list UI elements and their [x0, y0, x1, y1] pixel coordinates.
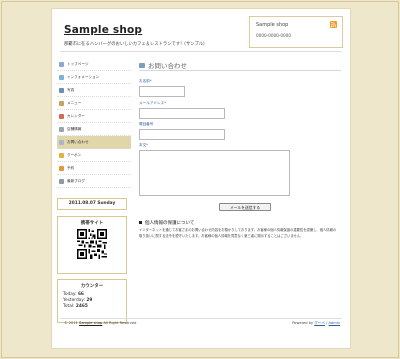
- body-label: 本文*: [139, 143, 148, 147]
- counter-yesterday: Yesterday: 29: [63, 298, 92, 303]
- mobile-site-widget: 携帯サイト: [57, 216, 127, 274]
- rss-icon[interactable]: [330, 21, 337, 28]
- privacy-heading-text: 個人情報の保護について: [145, 221, 195, 226]
- header-divider: [60, 51, 342, 52]
- qr-code-icon: [77, 229, 107, 259]
- nav-item-photo[interactable]: 写真: [57, 84, 131, 97]
- nav-item-label: クーポン: [67, 153, 82, 157]
- admin-link[interactable]: Admin: [329, 321, 340, 325]
- send-mail-button[interactable]: メールを送信する: [219, 203, 271, 211]
- email-label: メールアドレス*: [139, 101, 166, 105]
- footer-copyright: © 2011 Sample shop All Right Reserved: [64, 321, 136, 325]
- home-icon: [59, 62, 64, 67]
- nav-item-reserve[interactable]: 予約: [57, 162, 131, 175]
- store-icon: [59, 127, 64, 132]
- copyright-suffix: All Right Reserved: [103, 321, 137, 325]
- name-label: お名前*: [139, 79, 152, 83]
- reserve-icon: [59, 166, 64, 171]
- info-icon: [59, 75, 64, 80]
- privacy-text: インターネットを通じてお客さまのお問い合わせ内容をお預かりしております。お客様の…: [139, 228, 337, 238]
- footer-divider: [60, 318, 342, 319]
- copyright-prefix: © 2011: [64, 321, 78, 325]
- goope-link[interactable]: グーペ: [314, 321, 325, 325]
- nav-item-label: 店舗情報: [67, 127, 82, 131]
- sidebar-nav: トップページ インフォメーション 写真 メニュー カレンダー 店舗情報 お問い合…: [57, 58, 131, 188]
- nav-item-contact[interactable]: お問い合わせ: [57, 136, 131, 149]
- counter-total: Total: 2465: [63, 304, 88, 309]
- today-label: Today:: [63, 292, 77, 297]
- page-title: お問い合わせ: [148, 62, 187, 70]
- phone-field[interactable]: [139, 129, 225, 140]
- email-field[interactable]: [139, 108, 225, 119]
- nav-item-calendar[interactable]: カレンダー: [57, 110, 131, 123]
- yesterday-label: Yesterday:: [63, 298, 85, 303]
- current-date: 2011.08.07 Sunday: [68, 201, 116, 206]
- powered-prefix: Powered by: [292, 321, 314, 325]
- counter-heading: カウンター: [80, 284, 104, 289]
- menu-icon: [59, 101, 64, 106]
- page-container: Sample shop 那覇市に在るハンバーグのおいしいカフェ＆レストランです！…: [51, 8, 351, 349]
- mail-icon: [139, 63, 145, 68]
- total-value: 2465: [75, 304, 88, 309]
- nav-item-menu[interactable]: メニュー: [57, 97, 131, 110]
- total-label: Total:: [63, 304, 75, 309]
- nav-item-label: お問い合わせ: [67, 140, 89, 144]
- nav-item-blog[interactable]: 最新ブログ: [57, 175, 131, 188]
- mail-icon: [59, 140, 64, 145]
- nav-item-store[interactable]: 店舗情報: [57, 123, 131, 136]
- nav-item-label: インフォメーション: [67, 75, 100, 79]
- coupon-icon: [59, 153, 64, 158]
- shop-title-link[interactable]: Sample shop: [64, 24, 142, 36]
- nav-item-label: 最新ブログ: [67, 179, 85, 183]
- header-box-phone: 0000-0000-0000: [256, 33, 291, 38]
- blog-icon: [59, 179, 64, 184]
- header-box-title: Sample shop: [256, 22, 289, 28]
- counter-today: Today: 66: [63, 292, 84, 297]
- nav-item-label: カレンダー: [67, 114, 85, 118]
- nav-item-coupon[interactable]: クーポン: [57, 149, 131, 162]
- shop-tagline: 那覇市に在るハンバーグのおいしいカフェ＆レストランです！(サンプル): [64, 42, 205, 47]
- nav-item-label: メニュー: [67, 101, 82, 105]
- yesterday-value: 29: [86, 298, 93, 303]
- phone-label: 電話番号: [139, 122, 154, 126]
- calendar-icon: [59, 114, 64, 119]
- title-divider: [139, 70, 341, 71]
- footer-separator: /: [326, 321, 328, 325]
- nav-item-label: トップページ: [67, 62, 89, 66]
- privacy-heading: 個人情報の保護について: [139, 220, 194, 226]
- date-widget: 2011.08.07 Sunday: [57, 198, 127, 210]
- nav-item-label: 写真: [67, 88, 75, 92]
- nav-item-top[interactable]: トップページ: [57, 58, 131, 71]
- counter-widget: カウンター Today: 66 Yesterday: 29 Total: 246…: [57, 279, 127, 323]
- bullet-square-icon: [139, 221, 142, 224]
- today-value: 66: [77, 292, 84, 297]
- message-textarea[interactable]: [139, 150, 290, 196]
- name-field[interactable]: [139, 86, 185, 97]
- mobile-site-heading: 携帯サイト: [80, 221, 104, 226]
- footer-powered: Powered by グーペ / Admin: [292, 321, 340, 326]
- header-info-box: Sample shop 0000-0000-0000: [249, 16, 343, 48]
- nav-item-information[interactable]: インフォメーション: [57, 71, 131, 84]
- photo-icon: [59, 88, 64, 93]
- copyright-shop-link[interactable]: Sample shop: [79, 321, 102, 325]
- nav-item-label: 予約: [67, 166, 75, 170]
